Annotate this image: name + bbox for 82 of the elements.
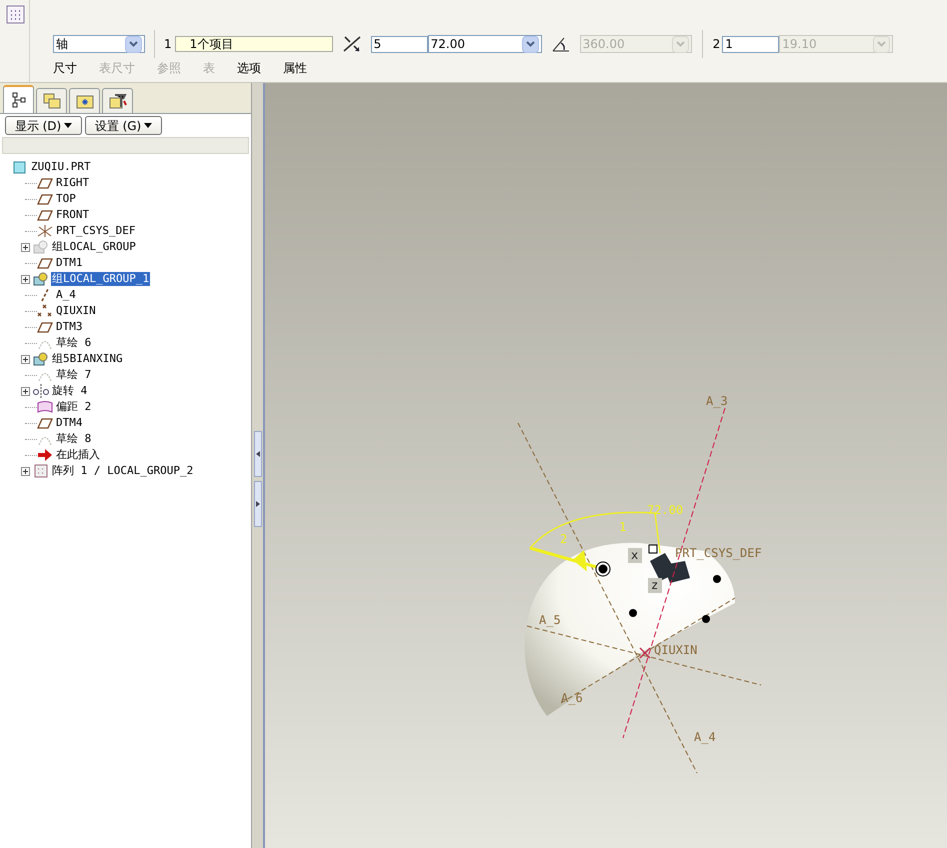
panel-tab[interactable]: 尺寸 bbox=[53, 62, 77, 74]
expand-toggle[interactable] bbox=[21, 466, 30, 476]
tree-item[interactable]: 阵列 1 / LOCAL_GROUP_2 bbox=[51, 464, 194, 478]
pattern-icon bbox=[33, 464, 49, 478]
tree-item[interactable]: 在此插入 bbox=[55, 448, 101, 462]
folder-icon bbox=[76, 93, 94, 109]
tree-icon bbox=[12, 92, 26, 108]
tree-item[interactable]: PRT_CSYS_DEF bbox=[55, 224, 136, 238]
navigator-tab[interactable] bbox=[3, 85, 34, 113]
model-label: x bbox=[631, 548, 638, 562]
tree-item[interactable]: ZUQIU.PRT bbox=[30, 160, 92, 174]
model-label: z bbox=[651, 578, 658, 592]
expand-handle[interactable] bbox=[254, 481, 262, 527]
tree-item[interactable]: 旋转 4 bbox=[51, 384, 88, 398]
datum-point-icon bbox=[37, 304, 53, 318]
tree-item[interactable]: 组5BIANXING bbox=[51, 352, 124, 366]
tree-item[interactable]: DTM1 bbox=[55, 256, 84, 270]
model-label: A_4 bbox=[694, 730, 716, 744]
tree-item[interactable]: DTM3 bbox=[55, 320, 84, 334]
group-icon bbox=[33, 352, 49, 366]
offset-surface-icon bbox=[37, 400, 53, 414]
revolve-icon bbox=[33, 384, 49, 398]
dropdown-field[interactable]: 轴 bbox=[53, 35, 145, 53]
collapse-handle[interactable] bbox=[254, 431, 262, 477]
tree-item[interactable]: FRONT bbox=[55, 208, 90, 222]
folders-icon bbox=[42, 93, 60, 109]
expand-toggle[interactable] bbox=[21, 386, 30, 396]
direction-label: 1 bbox=[164, 36, 172, 53]
point-marker-icon bbox=[639, 647, 651, 659]
datum-plane-icon bbox=[37, 192, 53, 206]
count-input[interactable]: 1 bbox=[722, 36, 780, 52]
folder-tools-icon bbox=[108, 93, 126, 109]
panel-tab[interactable]: 属性 bbox=[283, 62, 307, 74]
tree-item[interactable]: DTM4 bbox=[55, 416, 84, 430]
count-input[interactable]: 5 bbox=[370, 36, 428, 52]
datum-plane-icon bbox=[37, 176, 53, 190]
model-label: 1 bbox=[619, 520, 626, 534]
tree-item[interactable]: 偏距 2 bbox=[55, 400, 92, 414]
panel-tab[interactable]: 选项 bbox=[237, 62, 261, 74]
tree-item[interactable]: TOP bbox=[55, 192, 77, 206]
dropdown-button[interactable]: 设置 (G) bbox=[85, 116, 162, 135]
group-icon bbox=[33, 272, 49, 286]
reference-collector-field[interactable]: 1个项目 bbox=[174, 36, 333, 52]
tree-item[interactable]: A_4 bbox=[55, 288, 77, 302]
dropdown-field[interactable]: 72.00 bbox=[428, 35, 542, 53]
model-label: PRT_CSYS_DEF bbox=[675, 546, 762, 560]
datum-plane-icon bbox=[37, 208, 53, 222]
caret-icon bbox=[144, 123, 152, 128]
tree-item[interactable]: RIGHT bbox=[55, 176, 90, 190]
model-label: A_6 bbox=[561, 691, 583, 705]
datum-plane-icon bbox=[37, 320, 53, 334]
flip-direction-icon bbox=[342, 35, 362, 53]
model-label: A_5 bbox=[539, 613, 561, 627]
expand-toggle[interactable] bbox=[21, 242, 30, 252]
navigator-tab[interactable] bbox=[102, 88, 133, 113]
pattern-point-marker bbox=[629, 609, 637, 617]
expand-toggle[interactable] bbox=[21, 354, 30, 364]
pattern-point-marker bbox=[702, 615, 710, 623]
expand-toggle[interactable] bbox=[21, 274, 30, 284]
part-cube-icon bbox=[12, 160, 28, 174]
group-icon bbox=[33, 240, 49, 254]
model-label: QIUXIN bbox=[654, 643, 698, 657]
pattern-point-marker bbox=[713, 575, 721, 583]
dropdown-button[interactable]: 显示 (D) bbox=[5, 116, 82, 135]
tree-item[interactable]: 组LOCAL_GROUP_1 bbox=[51, 272, 150, 286]
app-grid-icon bbox=[6, 5, 26, 25]
insert-arrow-icon bbox=[37, 448, 53, 462]
datum-plane-icon bbox=[37, 256, 53, 270]
angle-icon bbox=[550, 35, 571, 53]
direction-label: 2 bbox=[712, 36, 720, 53]
coordinate-system-icon bbox=[37, 224, 53, 238]
drag-handle-icon bbox=[596, 562, 610, 576]
tree-item[interactable]: 组LOCAL_GROUP bbox=[51, 240, 137, 254]
model-label: 72.00 bbox=[647, 503, 684, 517]
caret-icon bbox=[64, 123, 72, 128]
tree-item[interactable]: 草绘 7 bbox=[55, 368, 92, 382]
tree-item[interactable]: 草绘 8 bbox=[55, 432, 92, 446]
model-label: 2 bbox=[560, 532, 568, 546]
tree-item[interactable]: QIUXIN bbox=[55, 304, 97, 318]
datum-plane-icon bbox=[37, 416, 53, 430]
model-label: A_3 bbox=[706, 394, 728, 408]
tree-item[interactable]: 草绘 6 bbox=[55, 336, 92, 350]
